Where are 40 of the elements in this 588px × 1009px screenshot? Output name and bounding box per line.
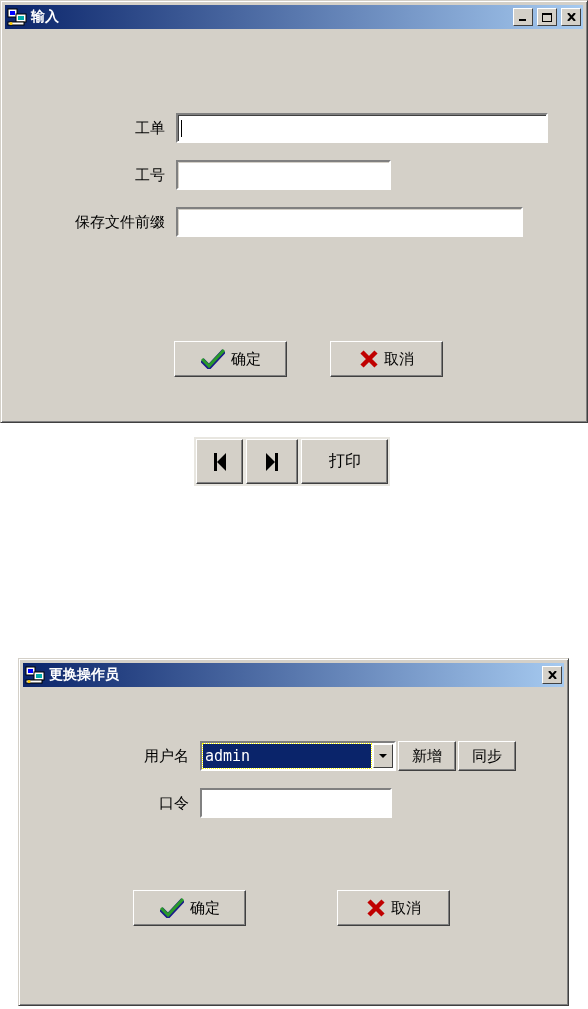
last-button[interactable]	[246, 439, 298, 484]
skip-forward-icon	[266, 452, 278, 471]
window-title: 更换操作员	[49, 666, 120, 684]
input-field[interactable]	[176, 160, 391, 190]
dropdown-button[interactable]	[373, 744, 393, 768]
computer-icon	[7, 8, 27, 26]
field-label: 用户名	[143, 746, 189, 766]
close-button[interactable]	[561, 8, 581, 26]
computer-icon	[25, 666, 45, 684]
skip-back-icon	[213, 452, 226, 471]
maximize-button[interactable]	[537, 8, 557, 26]
text-cursor	[181, 119, 182, 137]
username-dropdown[interactable]: admin	[200, 741, 396, 771]
ok-button[interactable]: 确定	[133, 890, 246, 926]
field-label: 口令	[158, 793, 189, 813]
field-label: 工号	[134, 165, 165, 185]
minimize-button[interactable]	[513, 8, 533, 26]
window-title: 输入	[31, 8, 60, 26]
input-field[interactable]	[176, 207, 523, 237]
first-button[interactable]	[196, 439, 243, 484]
caret-icon	[379, 754, 387, 758]
checkmark-icon	[200, 349, 225, 369]
action-button[interactable]: 新增	[398, 741, 456, 771]
field-label: 保存文件前缀	[74, 212, 165, 232]
field-label: 工单	[134, 118, 165, 138]
password-field[interactable]	[200, 788, 392, 818]
dropdown-value: admin	[203, 744, 371, 768]
close-icon	[566, 13, 576, 21]
maximize-icon	[542, 12, 552, 22]
cross-icon	[359, 350, 378, 368]
cross-icon	[366, 899, 385, 917]
cancel-button[interactable]: 取消	[337, 890, 450, 926]
input-field[interactable]	[176, 113, 548, 143]
ok-button[interactable]: 确定	[174, 341, 287, 377]
checkmark-icon	[159, 898, 184, 918]
close-icon	[547, 671, 557, 679]
close-button[interactable]	[542, 666, 562, 684]
cancel-button[interactable]: 取消	[330, 341, 443, 377]
action-button[interactable]: 同步	[458, 741, 516, 771]
print-button[interactable]: 打印	[301, 439, 388, 484]
